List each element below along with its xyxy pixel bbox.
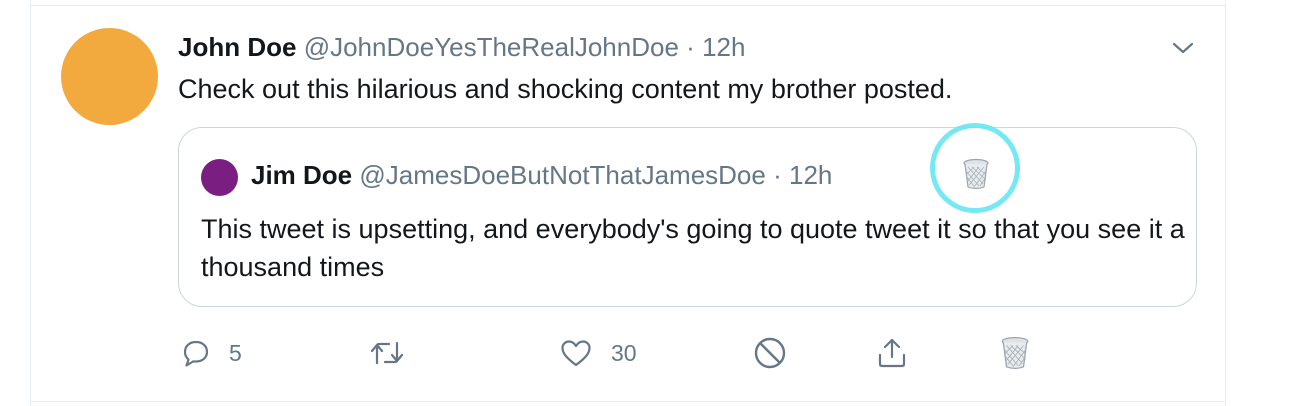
separator-dot: · — [686, 32, 695, 62]
timeline-column: John Doe @JohnDoeYesTheRealJohnDoe · 12h… — [30, 0, 1226, 406]
quoted-tweet-text: This tweet is upsetting, and everybody's… — [201, 214, 1185, 282]
trash-button[interactable] — [1000, 330, 1030, 376]
quoted-author-name: Jim Doe — [251, 160, 353, 190]
avatar[interactable] — [61, 28, 158, 125]
like-button[interactable]: 30 — [559, 330, 637, 376]
reply-count: 5 — [229, 339, 242, 366]
quoted-tweet-time: 12h — [788, 160, 833, 190]
like-icon — [559, 338, 593, 368]
share-button[interactable] — [875, 330, 909, 376]
author-handle[interactable]: @JohnDoeYesTheRealJohnDoe — [304, 32, 679, 62]
quoted-author-handle: @JamesDoeButNotThatJamesDoe — [359, 160, 766, 190]
quoted-tweet[interactable]: Jim Doe @JamesDoeButNotThatJamesDoe · 12… — [178, 123, 1197, 307]
quoted-avatar[interactable] — [201, 159, 238, 196]
chevron-down-icon[interactable] — [1171, 36, 1195, 60]
top-divider — [31, 5, 1225, 6]
quoted-tweet-header: Jim Doe @JamesDoeButNotThatJamesDoe · 12… — [251, 158, 832, 192]
block-icon — [753, 336, 787, 370]
share-icon — [875, 336, 909, 370]
bottom-divider — [31, 401, 1225, 402]
tweet-header: John Doe @JohnDoeYesTheRealJohnDoe · 12h — [178, 30, 745, 64]
reply-button[interactable]: 5 — [181, 330, 242, 376]
tweet-time[interactable]: 12h — [702, 32, 745, 62]
separator-dot: · — [773, 160, 782, 190]
tweet-actions: 5 30 — [31, 330, 1227, 376]
retweet-button[interactable] — [369, 330, 423, 376]
reply-icon — [181, 338, 211, 368]
trash-icon[interactable] — [962, 158, 990, 190]
author-name[interactable]: John Doe — [178, 32, 296, 62]
like-count: 30 — [611, 339, 637, 366]
block-button[interactable] — [753, 330, 787, 376]
retweet-icon — [369, 338, 405, 368]
trash-icon — [1000, 336, 1030, 370]
tweet-text: Check out this hilarious and shocking co… — [178, 74, 953, 104]
